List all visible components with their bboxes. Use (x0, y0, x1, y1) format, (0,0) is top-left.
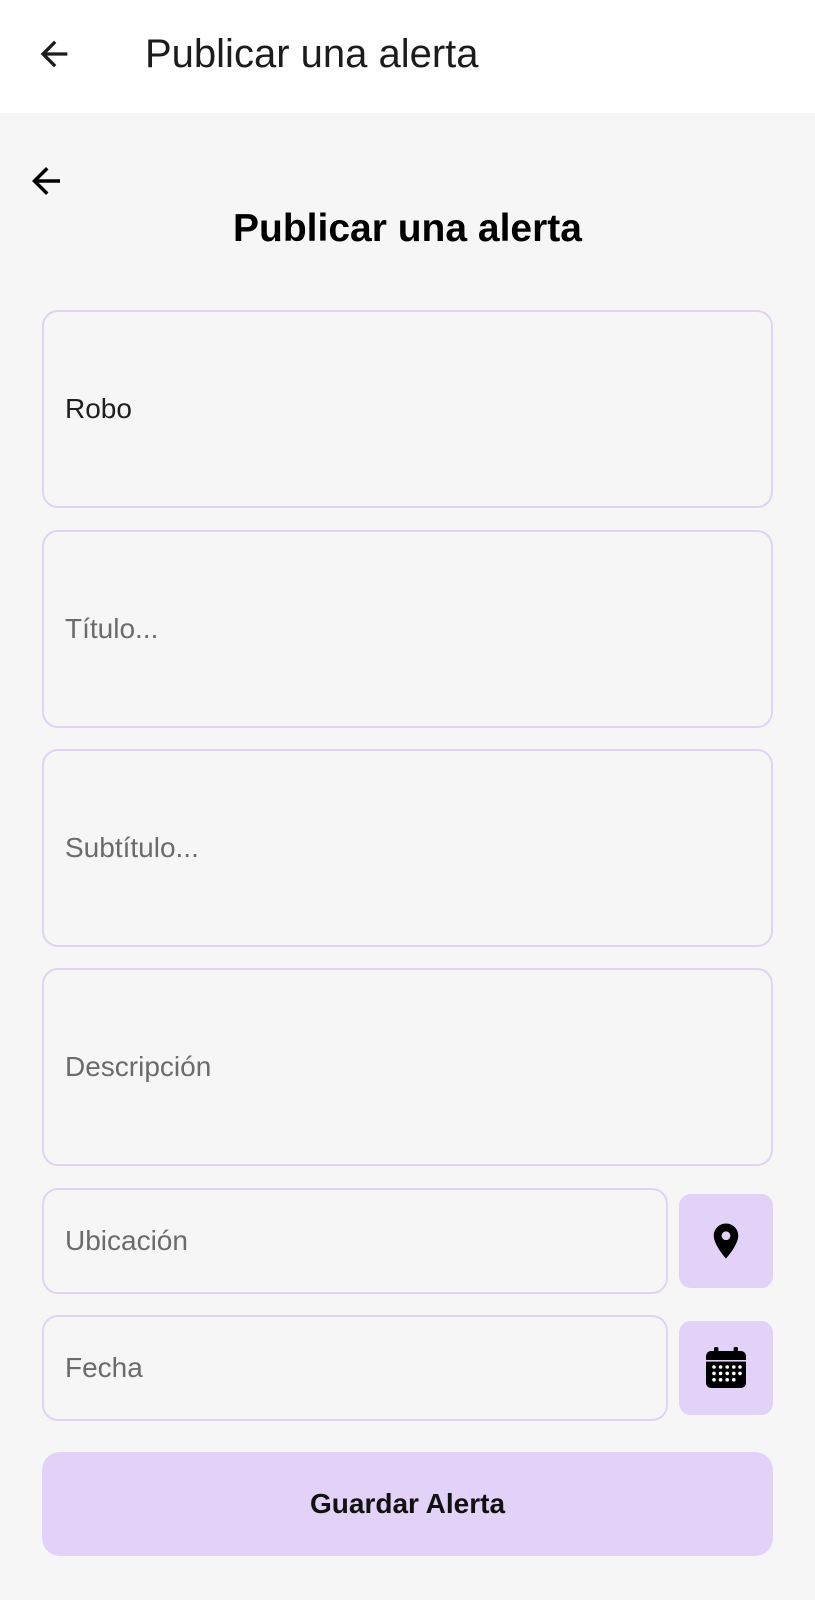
calendar-icon (706, 1347, 746, 1388)
save-alert-button[interactable]: Guardar Alerta (42, 1452, 773, 1556)
arrow-back-icon (40, 40, 68, 68)
app-bar: Publicar una alerta (0, 0, 815, 113)
arrow-back-icon (32, 167, 60, 195)
location-pin-icon (713, 1223, 739, 1259)
date-placeholder: Fecha (65, 1352, 143, 1383)
date-field[interactable]: Fecha (42, 1315, 668, 1421)
date-picker-button[interactable] (679, 1321, 773, 1415)
back-button[interactable] (30, 30, 78, 78)
title-placeholder: Título... (65, 613, 159, 644)
description-field[interactable]: Descripción (42, 968, 773, 1166)
title-field[interactable]: Título... (42, 530, 773, 728)
content-back-button[interactable] (22, 157, 70, 205)
description-placeholder: Descripción (65, 1051, 212, 1082)
category-value: Robo (65, 393, 132, 424)
app-bar-title: Publicar una alerta (145, 32, 479, 76)
category-field[interactable]: Robo (42, 310, 773, 508)
page-title: Publicar una alerta (233, 207, 582, 250)
location-placeholder: Ubicación (65, 1225, 188, 1256)
subtitle-placeholder: Subtítulo... (65, 832, 199, 863)
save-alert-label: Guardar Alerta (309, 1488, 506, 1519)
subtitle-field[interactable]: Subtítulo... (42, 749, 773, 947)
location-picker-button[interactable] (679, 1194, 773, 1288)
location-field[interactable]: Ubicación (42, 1188, 668, 1294)
